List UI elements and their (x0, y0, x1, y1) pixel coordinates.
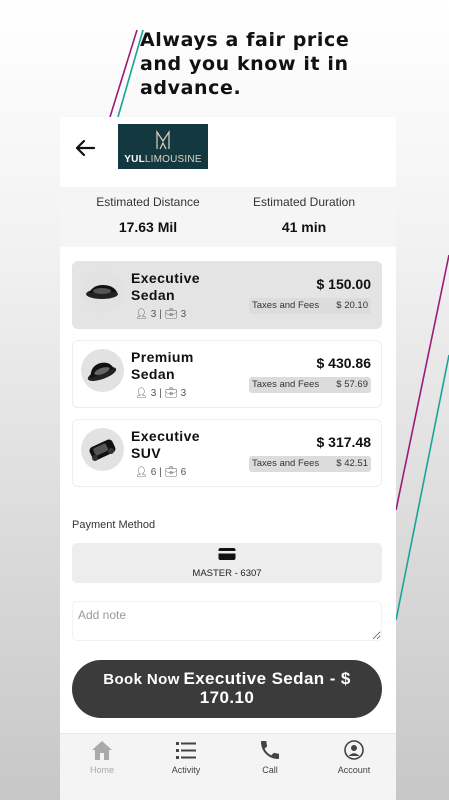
luggage-count: 3 (180, 309, 187, 320)
vehicle-card-executive-sedan[interactable]: Executive Sedan 👤︎ 3 | 💼︎ 3 $ 150.00 Taxes a… (72, 261, 382, 329)
tab-home-label: Home (89, 765, 114, 775)
tab-activity[interactable]: Activity (144, 734, 228, 784)
user-icon (344, 740, 364, 760)
passenger-count: 3 (150, 309, 157, 320)
car-image (81, 270, 124, 313)
luggage-icon: 💼︎ (164, 309, 178, 320)
fees-value: $ 42.51 (336, 458, 368, 469)
home-icon (92, 741, 112, 760)
separator: | (159, 467, 162, 478)
taxes-fees-badge: Taxes and Fees $ 20.10 (249, 298, 371, 314)
book-now-prefix: Book Now (103, 671, 180, 688)
app-screen: YULLIMOUSINE Estimated Distance 17.63 Mi… (60, 117, 396, 800)
vehicle-price: $ 150.00 (316, 276, 372, 292)
tab-call[interactable]: Call (228, 734, 312, 784)
logo-brand-light: LIMOUSINE (144, 154, 202, 165)
add-note-input[interactable] (72, 601, 382, 641)
book-now-button[interactable]: Book Now Executive Sedan - $ 170.10 (72, 660, 382, 718)
vehicle-price: $ 430.86 (316, 355, 372, 371)
tab-account-label: Account (337, 765, 371, 775)
tab-call-label: Call (262, 765, 278, 775)
estimated-duration: Estimated Duration 41 min (220, 195, 388, 235)
vehicle-name: Executive SUV (131, 428, 200, 461)
bottom-tab-bar: Home Activity Call Account (60, 733, 396, 800)
payment-method-label: Payment Method (72, 519, 156, 531)
tab-home[interactable]: Home (60, 734, 144, 784)
passenger-count: 3 (150, 388, 157, 399)
vehicle-name: Executive Sedan (131, 270, 200, 303)
estimated-duration-value: 41 min (281, 219, 327, 235)
vehicle-card-executive-suv[interactable]: Executive SUV 👤︎ 6 | 💼︎ 6 $ 317.48 Taxes and… (72, 419, 382, 487)
fees-value: $ 20.10 (336, 300, 368, 311)
estimated-distance-label: Estimated Distance (96, 195, 200, 209)
trip-estimates: Estimated Distance 17.63 Mil Estimated D… (60, 187, 396, 247)
logo-brand-bold: YUL (124, 154, 145, 165)
booking-panel: Executive Sedan 👤︎ 3 | 💼︎ 3 $ 150.00 Taxes a… (60, 247, 396, 733)
taxes-fees-badge: Taxes and Fees $ 57.69 (249, 377, 371, 393)
vehicle-capacity: 👤︎ 3 | 💼︎ 3 (135, 388, 186, 399)
estimated-duration-label: Estimated Duration (252, 195, 356, 209)
person-icon: 👤︎ (135, 309, 148, 320)
fees-label: Taxes and Fees (252, 458, 320, 469)
luggage-count: 6 (180, 467, 187, 478)
phone-icon (261, 741, 279, 759)
fees-label: Taxes and Fees (252, 300, 320, 311)
taxes-fees-badge: Taxes and Fees $ 42.51 (249, 456, 371, 472)
top-bar: YULLIMOUSINE (60, 117, 396, 187)
separator: | (159, 309, 162, 320)
person-icon: 👤︎ (135, 388, 148, 399)
person-icon: 👤︎ (135, 467, 148, 478)
payment-method-selector[interactable]: MASTER - 6307 (72, 543, 382, 583)
estimated-distance: Estimated Distance 17.63 Mil (64, 195, 232, 235)
list-icon (176, 742, 196, 759)
tab-activity-label: Activity (171, 765, 201, 775)
fees-label: Taxes and Fees (252, 379, 320, 390)
luggage-count: 3 (180, 388, 187, 399)
luggage-icon: 💼︎ (164, 388, 178, 399)
car-image (81, 428, 124, 471)
passenger-count: 6 (150, 467, 157, 478)
logo-mark-icon (156, 130, 170, 150)
credit-card-icon (218, 548, 236, 560)
back-arrow-icon[interactable] (74, 137, 96, 159)
luggage-icon: 💼︎ (164, 467, 178, 478)
tab-account[interactable]: Account (312, 734, 396, 784)
vehicle-card-premium-sedan[interactable]: Premium Sedan 👤︎ 3 | 💼︎ 3 $ 430.86 Taxes and… (72, 340, 382, 408)
separator: | (159, 388, 162, 399)
estimated-distance-value: 17.63 Mil (118, 219, 178, 235)
tagline: Always a fair price and you know it in a… (140, 29, 350, 99)
vehicle-capacity: 👤︎ 3 | 💼︎ 3 (135, 309, 186, 320)
vehicle-price: $ 317.48 (316, 434, 372, 450)
book-now-text: Executive Sedan - $ 170.10 (183, 669, 351, 707)
logo-text: YULLIMOUSINE (118, 154, 208, 165)
vehicle-name: Premium Sedan (131, 349, 194, 382)
company-logo: YULLIMOUSINE (118, 124, 208, 169)
payment-card-text: MASTER - 6307 (192, 568, 262, 579)
fees-value: $ 57.69 (336, 379, 368, 390)
vehicle-capacity: 👤︎ 6 | 💼︎ 6 (135, 467, 186, 478)
car-image (81, 349, 124, 392)
